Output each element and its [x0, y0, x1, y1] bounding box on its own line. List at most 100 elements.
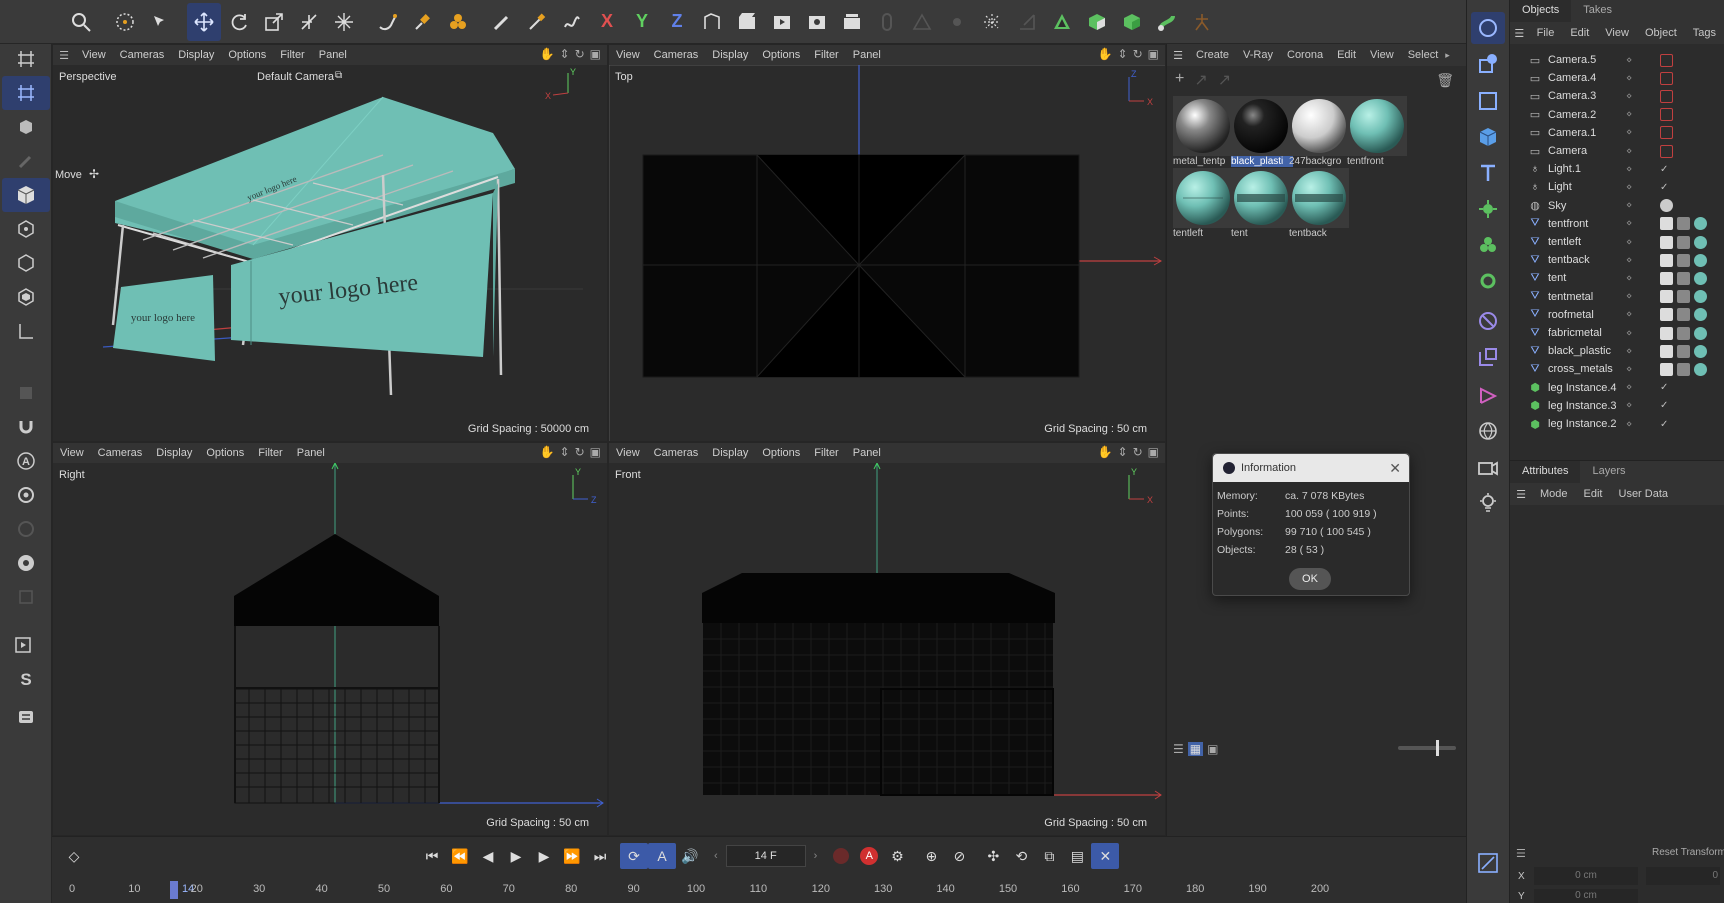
- uvw-tag-icon[interactable]: [1677, 217, 1690, 231]
- visibility-toggle-icon[interactable]: ⋄: [1626, 328, 1632, 339]
- menu-view[interactable]: View: [75, 49, 113, 61]
- menu-view[interactable]: View: [1597, 27, 1637, 39]
- zoom-arrows-icon[interactable]: ⇕: [1118, 47, 1128, 61]
- uvw-tag-icon[interactable]: [1677, 235, 1690, 249]
- object-row[interactable]: ⬢ leg Instance.4 ⋄ ✓: [1510, 378, 1724, 398]
- polygon-pen-icon[interactable]: [2, 76, 50, 110]
- object-row[interactable]: ⛛ cross_metals ⋄: [1510, 359, 1724, 379]
- check-icon[interactable]: ✓: [1660, 382, 1668, 393]
- object-row[interactable]: ▭ Camera.2 ⋄: [1510, 105, 1724, 125]
- close-icon[interactable]: ✕: [1389, 460, 1401, 477]
- camera-tag-icon[interactable]: [1660, 89, 1673, 103]
- edges-mode-icon[interactable]: [2, 246, 50, 280]
- material-tag-icon[interactable]: [1694, 362, 1707, 376]
- object-row[interactable]: ▭ Camera.3 ⋄: [1510, 86, 1724, 106]
- object-row[interactable]: ♁ Light ⋄ ✓: [1510, 177, 1724, 197]
- menu-select[interactable]: Select: [1401, 49, 1446, 61]
- key-position-icon[interactable]: ⊕: [917, 843, 945, 869]
- solo-icon[interactable]: [2, 376, 50, 410]
- object-row[interactable]: ⛛ tentback ⋄: [1510, 250, 1724, 270]
- material-metal-tentp[interactable]: metal_tentp: [1173, 96, 1235, 167]
- object-row[interactable]: ⛛ tentleft ⋄: [1510, 232, 1724, 252]
- menu-edit[interactable]: Edit: [1562, 27, 1597, 39]
- visibility-toggle-icon[interactable]: ⋄: [1626, 200, 1632, 211]
- figure-icon[interactable]: [1185, 3, 1219, 41]
- live-select-icon[interactable]: [108, 3, 142, 41]
- loop-icon[interactable]: ⟳: [620, 843, 648, 869]
- light-bulb-icon[interactable]: [1477, 492, 1499, 517]
- scale-icon[interactable]: [257, 3, 291, 41]
- viewport-camera[interactable]: Default Camera: [257, 71, 334, 83]
- camera-icon[interactable]: [1477, 456, 1499, 481]
- menu-edit[interactable]: Edit: [1330, 49, 1363, 61]
- effector-icon[interactable]: [441, 3, 475, 41]
- z-axis-lock[interactable]: Z: [660, 3, 694, 41]
- key-param-icon[interactable]: ⧉: [1035, 843, 1063, 869]
- keyframe-diamond-icon[interactable]: ◇: [60, 843, 88, 869]
- visibility-toggle-icon[interactable]: ⋄: [1626, 291, 1632, 302]
- object-row[interactable]: ⛛ tentmetal ⋄: [1510, 287, 1724, 307]
- paint-icon[interactable]: [2, 144, 50, 178]
- menu-filter[interactable]: Filter: [251, 447, 289, 459]
- menu-vray[interactable]: V-Ray: [1236, 49, 1280, 61]
- y-coord-field[interactable]: 0 cm: [1534, 889, 1638, 903]
- menu-cameras[interactable]: Cameras: [647, 447, 706, 459]
- cloner-icon[interactable]: [1477, 234, 1499, 259]
- uvw-tag-icon[interactable]: [1677, 362, 1690, 376]
- bevel-icon[interactable]: [555, 3, 589, 41]
- workplane-icon[interactable]: [2, 478, 50, 512]
- top-viewport[interactable]: View Cameras Display Options Filter Pane…: [608, 44, 1166, 442]
- tab-takes[interactable]: Takes: [1571, 0, 1624, 22]
- visibility-toggle-icon[interactable]: ⋄: [1626, 346, 1632, 357]
- material-tag-icon[interactable]: [1694, 326, 1707, 340]
- object-row[interactable]: ⛛ tent ⋄: [1510, 268, 1724, 288]
- go-to-start-icon[interactable]: ⏮: [418, 843, 446, 869]
- camera-link-icon[interactable]: ⧉: [335, 70, 342, 81]
- green-link-icon[interactable]: [1150, 3, 1184, 41]
- texture-tag-icon[interactable]: [1660, 326, 1673, 340]
- snap-icon[interactable]: [327, 3, 361, 41]
- orbit-icon[interactable]: ↻: [575, 445, 585, 459]
- menu-tags[interactable]: Tags: [1685, 27, 1724, 39]
- mograph-icon[interactable]: [1477, 198, 1499, 223]
- texture-tag-icon[interactable]: [1660, 308, 1673, 322]
- material-tent[interactable]: tent: [1231, 168, 1293, 239]
- pan-hand-icon[interactable]: ✋: [540, 445, 555, 459]
- undo-view-icon[interactable]: [1471, 12, 1505, 44]
- material-tag-icon[interactable]: [1694, 253, 1707, 267]
- visibility-toggle-icon[interactable]: ⋄: [1626, 382, 1632, 393]
- texture-tag-icon[interactable]: [1660, 344, 1673, 358]
- tab-objects[interactable]: Objects: [1510, 0, 1572, 22]
- menu-view[interactable]: View: [609, 447, 647, 459]
- menu-cameras[interactable]: Cameras: [91, 447, 150, 459]
- menu-panel[interactable]: Panel: [290, 447, 332, 459]
- arrow-export-icon[interactable]: [1010, 3, 1044, 41]
- uvw-tag-icon[interactable]: [1677, 290, 1690, 304]
- s-icon[interactable]: S: [2, 662, 50, 696]
- hamburger-icon[interactable]: ☰: [1167, 49, 1189, 62]
- pan-hand-icon[interactable]: ✋: [540, 47, 555, 61]
- zoom-slider-handle[interactable]: [1436, 740, 1439, 756]
- menu-create[interactable]: Create: [1189, 49, 1236, 61]
- visibility-toggle-icon[interactable]: ⋄: [1626, 218, 1632, 229]
- material-tag-icon[interactable]: [1694, 308, 1707, 322]
- hamburger-icon[interactable]: ☰: [1510, 27, 1529, 40]
- large-view-icon[interactable]: ▣: [1207, 742, 1218, 756]
- object-row[interactable]: ⛛ roofmetal ⋄: [1510, 305, 1724, 325]
- menu-object[interactable]: Object: [1637, 27, 1685, 39]
- render-queue-icon[interactable]: [835, 3, 869, 41]
- camera-tag-icon[interactable]: [1660, 144, 1673, 158]
- timeline-clip-icon[interactable]: [2, 580, 50, 614]
- trash-icon[interactable]: 🗑: [1436, 72, 1454, 89]
- object-row[interactable]: ▭ Camera.5 ⋄: [1510, 50, 1724, 70]
- selection-filter-icon[interactable]: [143, 3, 177, 41]
- menu-overflow-icon[interactable]: ▸: [1445, 50, 1450, 61]
- tweak-icon[interactable]: [2, 110, 50, 144]
- menu-user-data[interactable]: User Data: [1611, 488, 1677, 500]
- visibility-toggle-icon[interactable]: ⋄: [1626, 55, 1632, 66]
- arrow-up-icon[interactable]: ↗: [1194, 70, 1207, 90]
- visibility-toggle-icon[interactable]: ⋄: [1626, 109, 1632, 120]
- maximize-icon[interactable]: ▣: [590, 47, 601, 61]
- render-picture-viewer-icon[interactable]: [765, 3, 799, 41]
- visibility-toggle-icon[interactable]: ⋄: [1626, 146, 1632, 157]
